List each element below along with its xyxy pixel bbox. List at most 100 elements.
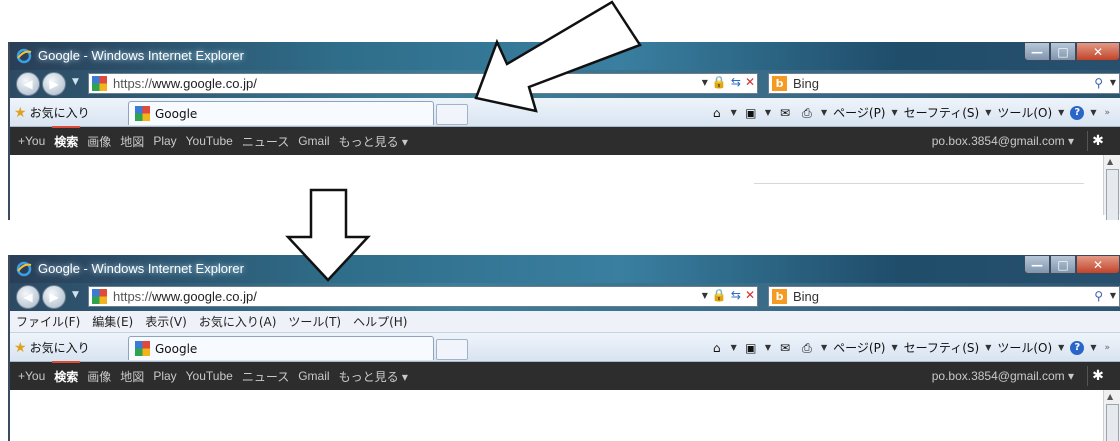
google-favicon-icon (135, 341, 150, 356)
tools-menu[interactable]: ツール(O) (997, 104, 1052, 121)
page-menu[interactable]: ページ(P) (833, 104, 885, 121)
account-menu[interactable]: po.box.3854@gmail.com ▾ (932, 134, 1074, 148)
gbar-item-news[interactable]: ニュース (242, 133, 289, 150)
print-icon[interactable]: ⎙ (799, 106, 815, 120)
search-dropdown[interactable]: ▼ (1110, 78, 1116, 87)
recent-pages-dropdown[interactable]: ▼ (72, 290, 79, 300)
gbar-item-news[interactable]: ニュース (242, 368, 289, 385)
tools-menu[interactable]: ツール(O) (997, 339, 1052, 356)
gear-icon[interactable]: ✱ (1087, 131, 1108, 151)
maximize-button[interactable]: □ (1050, 255, 1076, 274)
gbar-item-gmail[interactable]: Gmail (298, 134, 329, 148)
forward-button[interactable]: ▶ (42, 285, 66, 309)
print-icon[interactable]: ⎙ (799, 341, 815, 355)
gbar-item-images[interactable]: 画像 (87, 368, 111, 385)
gbar-item-play[interactable]: Play (153, 134, 176, 148)
mail-icon[interactable]: ✉ (777, 106, 793, 120)
home-icon[interactable]: ⌂ (709, 106, 725, 120)
minimize-button[interactable]: — (1024, 42, 1050, 61)
favorites-button[interactable]: ★ お気に入り (14, 104, 90, 121)
refresh-icon[interactable]: ⇆ (731, 288, 741, 302)
recent-pages-dropdown[interactable]: ▼ (72, 77, 79, 87)
menu-tools[interactable]: ツール(T) (288, 313, 341, 330)
forward-button[interactable]: ▶ (42, 72, 66, 96)
lock-icon[interactable]: 🔒 (712, 288, 727, 302)
close-button[interactable]: ✕ (1076, 42, 1120, 61)
forward-arrow-icon: ▶ (49, 77, 59, 91)
tab-google[interactable]: Google (128, 336, 434, 360)
command-bar: ⌂ ▼ ▣ ▼ ✉ ⎙ ▼ ページ(P) ▼ セーフティ(S) ▼ ツール(O) ▼ ? ▼ … (709, 104, 1110, 121)
gbar-item-you[interactable]: +You (18, 134, 45, 148)
more-chevron-icon[interactable]: » (1104, 108, 1110, 118)
safety-menu[interactable]: セーフティ(S) (904, 339, 980, 356)
search-icon[interactable]: ⚲ (1094, 76, 1103, 90)
home-icon[interactable]: ⌂ (709, 341, 725, 355)
account-menu[interactable]: po.box.3854@gmail.com ▾ (932, 369, 1074, 383)
menu-favorites[interactable]: お気に入り(A) (199, 313, 277, 330)
address-bar[interactable]: https://www.google.co.jp/ ▼ 🔒 ⇆ ✕ (88, 286, 758, 307)
menu-file[interactable]: ファイル(F) (16, 313, 80, 330)
address-url: https://www.google.co.jp/ (113, 289, 257, 304)
feeds-icon[interactable]: ▣ (743, 106, 759, 120)
minimize-button[interactable]: — (1024, 255, 1050, 274)
back-arrow-icon: ◀ (23, 77, 33, 91)
search-box[interactable]: b Bing ⚲ ▼ (768, 73, 1120, 94)
feeds-icon[interactable]: ▣ (743, 341, 759, 355)
safety-menu[interactable]: セーフティ(S) (904, 104, 980, 121)
refresh-icon[interactable]: ⇆ (731, 75, 741, 89)
vertical-scrollbar[interactable]: ▲ (1103, 390, 1120, 441)
gbar-item-maps[interactable]: 地図 (120, 368, 144, 385)
vertical-scrollbar[interactable]: ▲ (1103, 155, 1120, 220)
scroll-thumb[interactable] (1106, 169, 1119, 220)
scroll-thumb[interactable] (1106, 404, 1119, 441)
forward-arrow-icon: ▶ (49, 290, 59, 304)
gbar-item-search[interactable]: 検索 (52, 125, 81, 150)
scroll-up-icon[interactable]: ▲ (1107, 157, 1113, 166)
search-dropdown[interactable]: ▼ (1110, 291, 1116, 300)
navigation-row: ◀ ▶ ▼ https://www.google.co.jp/ ▼ 🔒 ⇆ ✕ … (10, 70, 1120, 98)
navigation-row: ◀ ▶ ▼ https://www.google.co.jp/ ▼ 🔒 ⇆ ✕ … (10, 283, 1120, 311)
address-dropdown[interactable]: ▼ (702, 291, 708, 300)
mail-icon[interactable]: ✉ (777, 341, 793, 355)
menu-edit[interactable]: 編集(E) (92, 313, 133, 330)
gbar-item-gmail[interactable]: Gmail (298, 369, 329, 383)
ie-window-top: Google - Windows Internet Explorer — □ ✕… (8, 42, 1120, 220)
gbar-item-play[interactable]: Play (153, 369, 176, 383)
gbar-item-more[interactable]: もっと見る ▾ (339, 368, 408, 385)
google-bar: +You 検索 画像 地図 Play YouTube ニュース Gmail もっ… (10, 125, 1120, 155)
search-box[interactable]: b Bing ⚲ ▼ (768, 286, 1120, 307)
favorites-star-icon: ★ (14, 339, 27, 356)
gbar-item-maps[interactable]: 地図 (120, 133, 144, 150)
new-tab-button[interactable] (436, 104, 468, 125)
lock-icon[interactable]: 🔒 (712, 75, 727, 89)
more-chevron-icon[interactable]: » (1104, 343, 1110, 353)
stop-icon[interactable]: ✕ (745, 75, 755, 89)
search-icon[interactable]: ⚲ (1094, 289, 1103, 303)
gbar-item-you[interactable]: +You (18, 369, 45, 383)
ie-logo-icon (16, 261, 32, 277)
help-icon[interactable]: ? (1070, 105, 1085, 120)
stop-icon[interactable]: ✕ (745, 288, 755, 302)
tab-google[interactable]: Google (128, 101, 434, 125)
menu-help[interactable]: ヘルプ(H) (353, 313, 407, 330)
menu-view[interactable]: 表示(V) (145, 313, 187, 330)
google-nav: +You 検索 画像 地図 Play YouTube ニュース Gmail もっ… (18, 125, 408, 155)
gbar-item-youtube[interactable]: YouTube (186, 134, 233, 148)
back-button[interactable]: ◀ (16, 285, 40, 309)
maximize-button[interactable]: □ (1050, 42, 1076, 61)
scroll-up-icon[interactable]: ▲ (1107, 392, 1113, 401)
gear-icon[interactable]: ✱ (1087, 366, 1108, 386)
favorites-button[interactable]: ★ お気に入り (14, 339, 90, 356)
gbar-item-search[interactable]: 検索 (52, 360, 81, 385)
close-button[interactable]: ✕ (1076, 255, 1120, 274)
gbar-item-more[interactable]: もっと見る ▾ (339, 133, 408, 150)
address-dropdown[interactable]: ▼ (702, 78, 708, 87)
back-button[interactable]: ◀ (16, 72, 40, 96)
title-bar: Google - Windows Internet Explorer — □ ✕ (10, 255, 1120, 283)
new-tab-button[interactable] (436, 339, 468, 360)
help-icon[interactable]: ? (1070, 340, 1085, 355)
page-menu[interactable]: ページ(P) (833, 339, 885, 356)
gbar-item-youtube[interactable]: YouTube (186, 369, 233, 383)
address-bar[interactable]: https://www.google.co.jp/ ▼ 🔒 ⇆ ✕ (88, 73, 758, 94)
gbar-item-images[interactable]: 画像 (87, 133, 111, 150)
